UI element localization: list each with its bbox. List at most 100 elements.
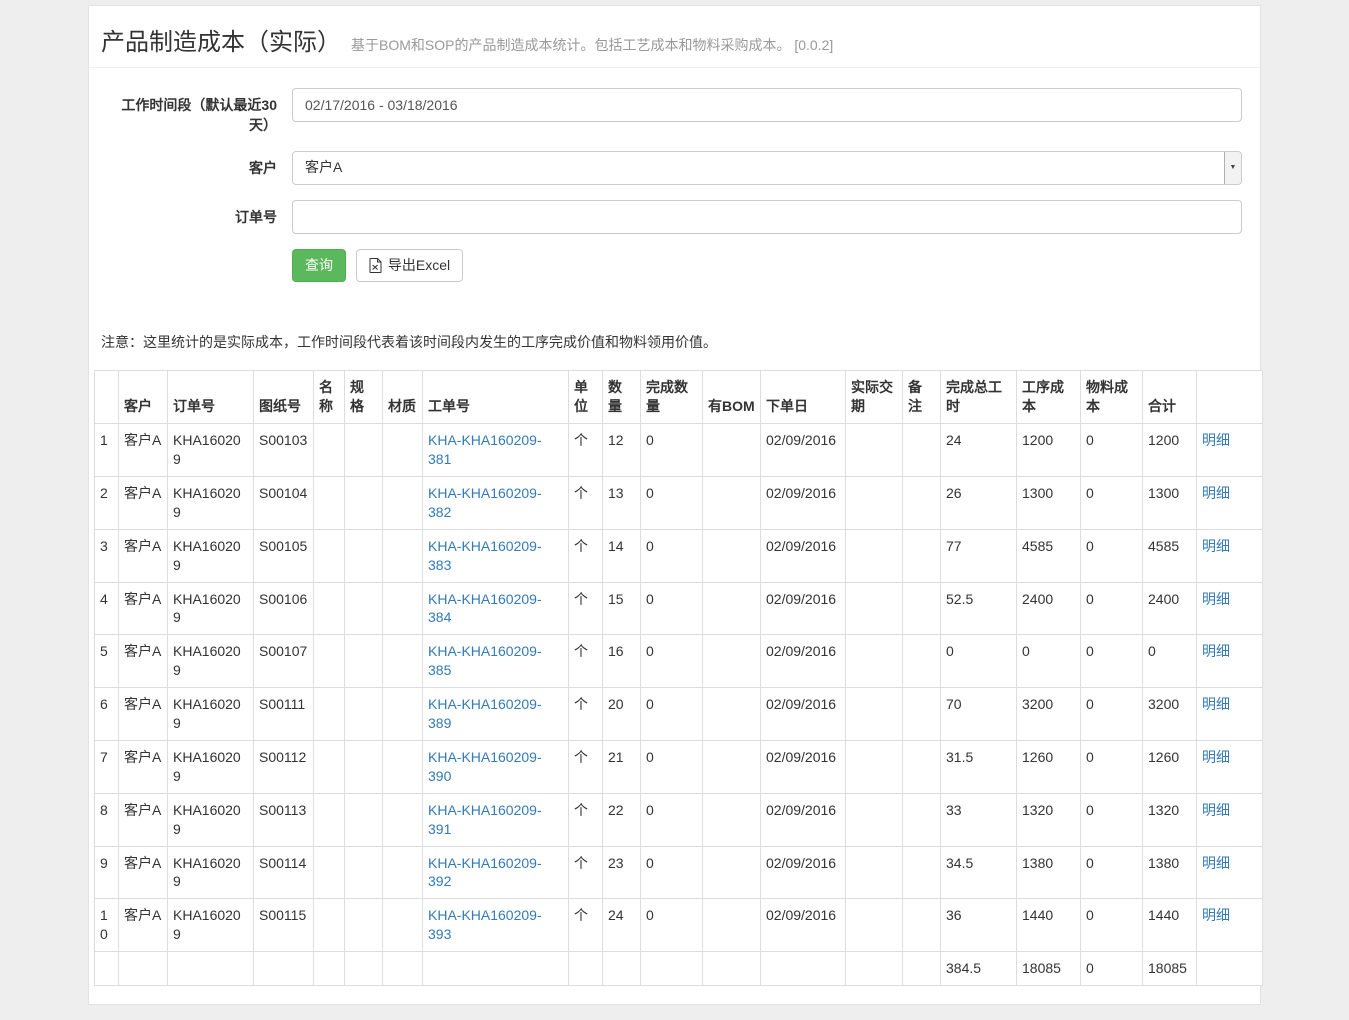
cell-drawing: S00114 xyxy=(254,846,314,899)
detail-link[interactable]: 明细 xyxy=(1202,643,1230,659)
col-header-material: 材质 xyxy=(383,371,423,424)
detail-link[interactable]: 明细 xyxy=(1202,855,1230,871)
cell-material xyxy=(383,477,423,530)
cell-drawing: S00103 xyxy=(254,424,314,477)
customer-select[interactable]: 客户A xyxy=(292,151,1242,185)
order-input[interactable] xyxy=(292,200,1242,234)
cell-process-cost: 2400 xyxy=(1017,582,1081,635)
query-button[interactable]: 查询 xyxy=(292,249,346,283)
export-excel-label: 导出Excel xyxy=(388,256,450,276)
cell-work-order: KHA-KHA160209-382 xyxy=(423,477,569,530)
note-text: 注意：这里统计的是实际成本，工作时间段代表着该时间段内发生的工序完成价值和物料领… xyxy=(101,332,1248,352)
cell-drawing: S00106 xyxy=(254,582,314,635)
cell-qty: 24 xyxy=(603,899,641,952)
work-order-link[interactable]: KHA-KHA160209-383 xyxy=(428,538,542,573)
cell-unit: 个 xyxy=(569,740,603,793)
order-control xyxy=(292,200,1242,234)
cell-total: 4585 xyxy=(1143,529,1197,582)
cell-has-bom xyxy=(703,793,761,846)
cell-total: 1200 xyxy=(1143,424,1197,477)
work-order-link[interactable]: KHA-KHA160209-390 xyxy=(428,749,542,784)
period-input[interactable] xyxy=(292,88,1242,122)
cell-unit: 个 xyxy=(569,899,603,952)
detail-link[interactable]: 明细 xyxy=(1202,696,1230,712)
cell-process-cost: 4585 xyxy=(1017,529,1081,582)
col-header-work-order: 工单号 xyxy=(423,371,569,424)
cell-detail: 明细 xyxy=(1197,793,1263,846)
cell-order-date: 02/09/2016 xyxy=(761,688,846,741)
cell-order: KHA160209 xyxy=(168,688,254,741)
cell-material xyxy=(383,582,423,635)
cell-material-cost: 0 xyxy=(1081,529,1143,582)
cell-order-date: 02/09/2016 xyxy=(761,899,846,952)
cell-total-hours: 77 xyxy=(941,529,1017,582)
cell-has-bom xyxy=(703,424,761,477)
cell-customer: 客户A xyxy=(119,529,168,582)
cell-detail: 明细 xyxy=(1197,688,1263,741)
period-form-group: 工作时间段（默认最近30天） xyxy=(101,88,1242,136)
cell-spec xyxy=(345,740,383,793)
cell-empty xyxy=(423,952,569,986)
cell-total-hours: 31.5 xyxy=(941,740,1017,793)
cell-material xyxy=(383,529,423,582)
col-header-unit: 单位 xyxy=(569,371,603,424)
col-header-customer: 客户 xyxy=(119,371,168,424)
work-order-link[interactable]: KHA-KHA160209-393 xyxy=(428,907,542,942)
work-order-link[interactable]: KHA-KHA160209-385 xyxy=(428,643,542,678)
cell-total: 0 xyxy=(1143,635,1197,688)
cell-done-qty: 0 xyxy=(641,477,703,530)
col-header-spec: 规格 xyxy=(345,371,383,424)
cell-empty xyxy=(314,952,345,986)
detail-link[interactable]: 明细 xyxy=(1202,485,1230,501)
cell-has-bom xyxy=(703,688,761,741)
cell-name xyxy=(314,740,345,793)
cell-index: 7 xyxy=(95,740,119,793)
cell-remark xyxy=(903,740,941,793)
cell-detail: 明细 xyxy=(1197,529,1263,582)
detail-link[interactable]: 明细 xyxy=(1202,538,1230,554)
cell-name xyxy=(314,688,345,741)
cell-actual-delivery xyxy=(846,477,903,530)
cell-order-date: 02/09/2016 xyxy=(761,582,846,635)
detail-link[interactable]: 明细 xyxy=(1202,591,1230,607)
cell-order: KHA160209 xyxy=(168,793,254,846)
cell-spec xyxy=(345,846,383,899)
cell-work-order: KHA-KHA160209-381 xyxy=(423,424,569,477)
cell-done-qty: 0 xyxy=(641,582,703,635)
export-excel-button[interactable]: 导出Excel xyxy=(356,249,463,283)
cell-done-qty: 0 xyxy=(641,424,703,477)
cell-index: 1 xyxy=(95,424,119,477)
cell-order-date: 02/09/2016 xyxy=(761,424,846,477)
cell-process-cost: 1380 xyxy=(1017,846,1081,899)
work-order-link[interactable]: KHA-KHA160209-382 xyxy=(428,485,542,520)
work-order-link[interactable]: KHA-KHA160209-384 xyxy=(428,591,542,626)
col-header-drawing: 图纸号 xyxy=(254,371,314,424)
cell-remark xyxy=(903,688,941,741)
cell-done-qty: 0 xyxy=(641,635,703,688)
cell-qty: 12 xyxy=(603,424,641,477)
cell-process-cost: 1260 xyxy=(1017,740,1081,793)
detail-link[interactable]: 明细 xyxy=(1202,432,1230,448)
cell-remark xyxy=(903,582,941,635)
page-title-text: 产品制造成本（实际） xyxy=(101,29,341,56)
work-order-link[interactable]: KHA-KHA160209-389 xyxy=(428,696,542,731)
work-order-link[interactable]: KHA-KHA160209-392 xyxy=(428,855,542,890)
cell-drawing: S00107 xyxy=(254,635,314,688)
cell-spec xyxy=(345,424,383,477)
detail-link[interactable]: 明细 xyxy=(1202,907,1230,923)
cell-spec xyxy=(345,529,383,582)
work-order-link[interactable]: KHA-KHA160209-391 xyxy=(428,802,542,837)
cell-order: KHA160209 xyxy=(168,529,254,582)
col-header-detail xyxy=(1197,371,1263,424)
cell-remark xyxy=(903,424,941,477)
work-order-link[interactable]: KHA-KHA160209-381 xyxy=(428,432,542,467)
cell-total-hours: 26 xyxy=(941,477,1017,530)
cell-remark xyxy=(903,477,941,530)
cell-process-cost: 1320 xyxy=(1017,793,1081,846)
detail-link[interactable]: 明细 xyxy=(1202,802,1230,818)
period-control xyxy=(292,88,1242,122)
cell-name xyxy=(314,529,345,582)
table-row: 2客户AKHA160209S00104KHA-KHA160209-382个130… xyxy=(95,477,1263,530)
detail-link[interactable]: 明细 xyxy=(1202,749,1230,765)
cell-name xyxy=(314,582,345,635)
